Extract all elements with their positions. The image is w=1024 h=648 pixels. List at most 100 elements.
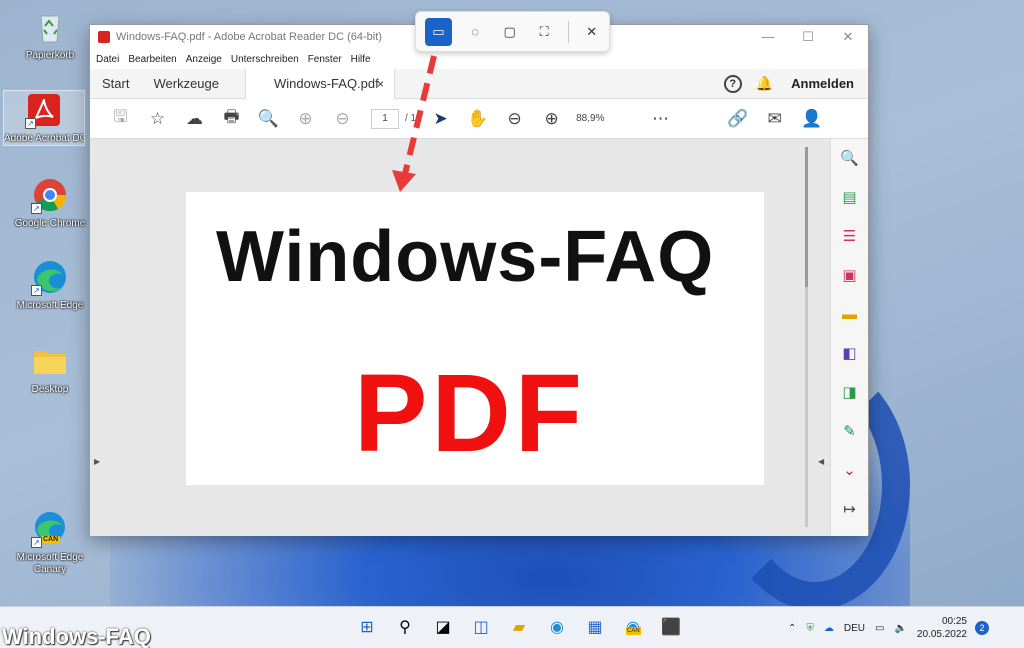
clock[interactable]: 00:25 20.05.2022 bbox=[917, 615, 967, 641]
desktop-icon-label: Adobe Acrobat DC bbox=[4, 133, 84, 144]
page-down-icon[interactable]: ⊖ bbox=[324, 109, 361, 129]
acrobat-app-icon bbox=[98, 31, 110, 43]
menu-datei[interactable]: Datei bbox=[96, 54, 119, 65]
more-tools-chevron-icon[interactable]: ⌄ bbox=[831, 451, 868, 490]
desktop-icon-label: Google Chrome bbox=[14, 218, 86, 229]
fullscreen-snip-icon[interactable]: ⛶ bbox=[527, 18, 562, 46]
freeform-snip-icon[interactable]: ◌ bbox=[458, 18, 493, 46]
canary-badge: CAN bbox=[626, 627, 641, 635]
menu-fenster[interactable]: Fenster bbox=[308, 54, 342, 65]
help-icon[interactable]: ? bbox=[723, 74, 742, 93]
desktop-icon-label: Papierkorb bbox=[25, 50, 75, 61]
combine-files-icon[interactable]: ◧ bbox=[831, 334, 868, 373]
export-pdf-icon[interactable]: ▣ bbox=[831, 256, 868, 295]
menu-bearbeiten[interactable]: Bearbeiten bbox=[128, 54, 176, 65]
desktop-icon-edge[interactable]: ↗ Microsoft Edge bbox=[9, 258, 91, 312]
comment-icon[interactable]: ▬ bbox=[831, 295, 868, 334]
tab-close-icon[interactable]: × bbox=[377, 69, 384, 99]
shortcut-arrow-icon: ↗ bbox=[31, 285, 42, 296]
upload-cloud-icon[interactable]: ☁ bbox=[176, 109, 213, 129]
close-icon[interactable]: ✕ bbox=[828, 29, 868, 45]
right-tools-panel: 🔍 ▤ ☰ ▣ ▬ ◧ ◨ ✎ ⌄ ↦ bbox=[830, 139, 868, 536]
onedrive-icon[interactable]: ☁ bbox=[824, 623, 834, 634]
desktop-icon-acrobat[interactable]: ↗ Adobe Acrobat DC bbox=[3, 90, 85, 146]
menu-unterschreiben[interactable]: Unterschreiben bbox=[231, 54, 299, 65]
user-add-icon[interactable]: 👤 bbox=[793, 109, 830, 129]
volume-icon[interactable]: 🔈 bbox=[894, 623, 906, 634]
network-icon[interactable]: ▭ bbox=[875, 623, 884, 634]
snipping-toolbar: ▭ ◌ ▢ ⛶ ✕ bbox=[415, 11, 610, 52]
widgets-icon[interactable]: ◫ bbox=[462, 615, 500, 641]
edge-taskbar-icon[interactable]: ◉ bbox=[538, 615, 576, 641]
scrollbar-thumb[interactable] bbox=[805, 147, 808, 287]
menu-anzeige[interactable]: Anzeige bbox=[186, 54, 222, 65]
language-indicator[interactable]: DEU bbox=[844, 623, 865, 634]
hand-tool-icon[interactable]: ✋ bbox=[459, 109, 496, 129]
edge-icon: ↗ bbox=[31, 258, 69, 296]
file-explorer-icon[interactable]: ▰ bbox=[500, 615, 538, 641]
save-icon[interactable]: 🖫 bbox=[102, 104, 139, 133]
canary-badge: CAN bbox=[41, 536, 61, 543]
vertical-scrollbar[interactable] bbox=[805, 147, 808, 527]
zoom-in-icon[interactable]: ⊕ bbox=[533, 109, 570, 129]
page-up-icon[interactable]: ⊕ bbox=[287, 109, 324, 129]
notification-badge[interactable]: 2 bbox=[974, 621, 989, 635]
close-snip-icon[interactable]: ✕ bbox=[574, 18, 609, 46]
shortcut-arrow-icon: ↗ bbox=[25, 118, 36, 129]
print-icon[interactable]: 🖶 bbox=[213, 104, 250, 133]
create-pdf-icon[interactable]: ▤ bbox=[831, 178, 868, 217]
share-link-icon[interactable]: 🔗 bbox=[719, 109, 756, 129]
collapse-panel-icon[interactable]: ↦ bbox=[831, 490, 868, 529]
tab-document[interactable]: Windows-FAQ.pdf × bbox=[244, 68, 395, 99]
organize-pages-icon[interactable]: ☰ bbox=[831, 217, 868, 256]
store-icon[interactable]: ▦ bbox=[576, 615, 614, 641]
pdf-big-text: PDF bbox=[354, 352, 586, 475]
bookmark-star-icon[interactable]: ☆ bbox=[139, 109, 176, 129]
search-zoom-icon[interactable]: 🔍 bbox=[250, 109, 287, 129]
right-panel-arrow-icon[interactable]: ◀ bbox=[818, 457, 824, 466]
recycle-bin-icon bbox=[31, 8, 69, 46]
zoom-dropdown[interactable]: 88,9% bbox=[576, 113, 642, 124]
left-panel-arrow-icon[interactable]: ▶ bbox=[94, 457, 100, 466]
watermark: Windows-FAQ bbox=[2, 624, 151, 648]
pdf-title: Windows-FAQ bbox=[216, 217, 715, 297]
zoom-out-icon[interactable]: ⊖ bbox=[496, 109, 533, 129]
desktop-icon-chrome[interactable]: ↗ Google Chrome bbox=[9, 176, 91, 230]
chevron-up-icon[interactable]: ⌃ bbox=[788, 623, 796, 634]
task-view-icon[interactable]: ◪ bbox=[424, 615, 462, 641]
tab-tools[interactable]: Werkzeuge bbox=[141, 69, 231, 99]
tab-start[interactable]: Start bbox=[90, 69, 141, 99]
system-tray: ⌃ ⛨ ☁ DEU ▭ 🔈 00:25 20.05.2022 2 bbox=[788, 607, 999, 648]
dashed-arrow-icon bbox=[392, 55, 437, 192]
window-title: Windows-FAQ.pdf - Adobe Acrobat Reader D… bbox=[116, 31, 382, 43]
shortcut-arrow-icon: ↗ bbox=[31, 203, 42, 214]
folder-icon bbox=[31, 342, 69, 380]
maximize-icon[interactable]: ☐ bbox=[788, 29, 828, 45]
minimize-icon[interactable]: — bbox=[748, 29, 788, 45]
desktop-icon-recycle-bin[interactable]: Papierkorb bbox=[9, 8, 91, 62]
clock-date: 20.05.2022 bbox=[916, 629, 967, 640]
desktop-icon-desktop-folder[interactable]: Desktop bbox=[9, 342, 91, 396]
start-icon[interactable]: ⊞ bbox=[348, 615, 386, 641]
main-toolbar: 🖫 ☆ ☁ 🖶 🔍 ⊕ ⊖ 1 / 1 ➤ ✋ ⊖ ⊕ 88,9% ⋯ 🔗 ✉ … bbox=[90, 99, 868, 139]
menu-hilfe[interactable]: Hilfe bbox=[351, 54, 371, 65]
mail-icon[interactable]: ✉ bbox=[756, 109, 793, 129]
desktop-icon-label: Microsoft Edge Canary bbox=[16, 552, 84, 575]
compress-icon[interactable]: ◨ bbox=[831, 373, 868, 412]
more-tools-icon[interactable]: ⋯ bbox=[642, 109, 679, 129]
chrome-icon: ↗ bbox=[31, 176, 69, 214]
fill-sign-icon[interactable]: ✎ bbox=[831, 412, 868, 451]
search-tool-icon[interactable]: 🔍 bbox=[831, 139, 868, 178]
security-icon[interactable]: ⛨ bbox=[806, 623, 814, 634]
edge-canary-taskbar-icon[interactable]: ◉CAN bbox=[614, 615, 652, 641]
login-button[interactable]: Anmelden bbox=[791, 76, 854, 91]
search-icon[interactable]: ⚲ bbox=[386, 615, 424, 641]
rectangle-snip-icon[interactable]: ▭ bbox=[425, 17, 452, 46]
desktop-icon-label: Desktop bbox=[31, 384, 69, 395]
bell-icon[interactable]: 🔔 bbox=[756, 75, 773, 92]
acrobat-taskbar-icon[interactable]: ⬛ bbox=[652, 615, 690, 641]
window-snip-icon[interactable]: ▢ bbox=[492, 18, 527, 46]
desktop-icon-edge-canary[interactable]: CAN ↗ Microsoft Edge Canary bbox=[9, 510, 91, 576]
clock-time: 00:25 bbox=[941, 616, 967, 627]
edge-canary-icon: CAN ↗ bbox=[31, 510, 69, 548]
